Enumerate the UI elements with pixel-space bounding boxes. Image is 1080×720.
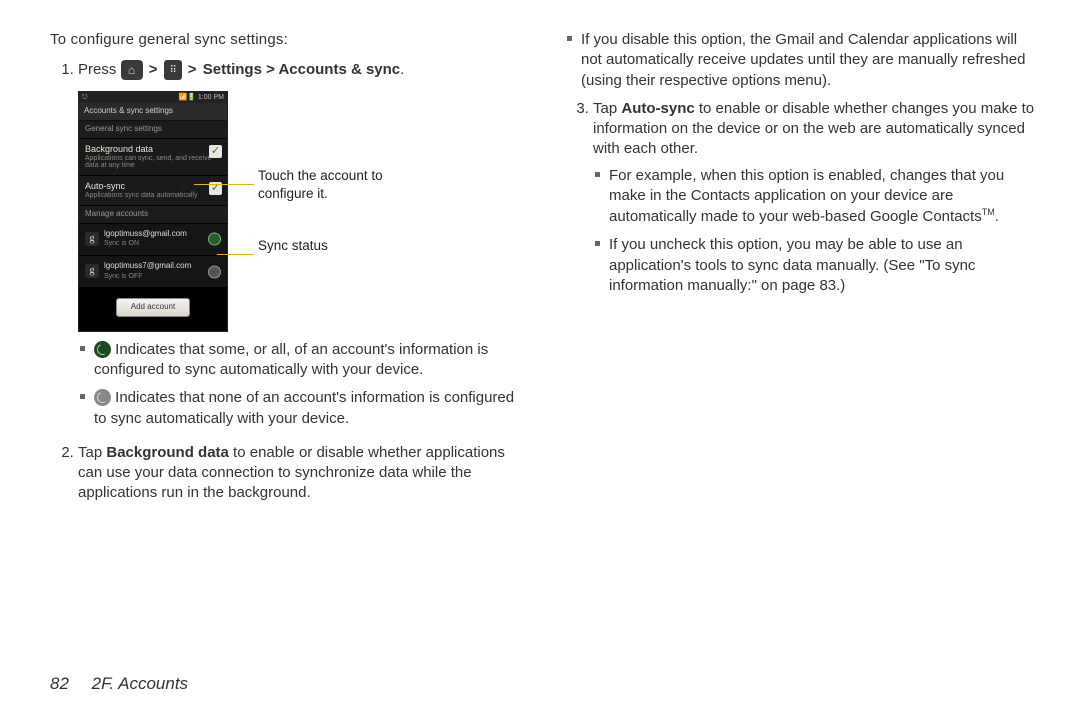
disable-note: If you disable this option, the Gmail an… xyxy=(565,30,1040,91)
legend-sync-on: Indicates that some, or all, of an accou… xyxy=(78,340,525,381)
example-bullet: For example, when this option is enabled… xyxy=(593,166,1040,228)
step-3: Tap Auto-sync to enable or disable wheth… xyxy=(593,99,1040,296)
left-column: To configure general sync settings: Pres… xyxy=(50,30,525,518)
phone-screen: ⎋ 📶🔋 1:00 PM Accounts & sync settings Ge… xyxy=(78,91,228,332)
add-account-button: Add account xyxy=(116,298,190,317)
callouts: Touch the account to configure it. Sync … xyxy=(236,91,426,151)
separator-1: > xyxy=(147,61,160,78)
settings-path: Settings > Accounts & sync xyxy=(203,61,400,78)
page-number: 82 xyxy=(50,674,69,693)
steps-list-cont: Tap Auto-sync to enable or disable wheth… xyxy=(565,99,1040,296)
page-footer: 82 2F. Accounts xyxy=(50,674,188,694)
callout-configure: Touch the account to configure it. xyxy=(258,167,426,203)
steps-list: Press ⌂ > ⠿ > Settings > Accounts & sync… xyxy=(50,60,525,503)
account-row-2: g lgoptimuss7@gmail.com Sync is OFF xyxy=(79,256,227,288)
sync-on-icon xyxy=(94,341,111,358)
apps-icon: ⠿ xyxy=(164,60,182,80)
account-row-1: g lgoptimuss@gmail.com Sync is ON xyxy=(79,224,227,256)
home-icon: ⌂ xyxy=(121,60,143,80)
screen-title: Accounts & sync settings xyxy=(79,103,227,121)
step-2: Tap Background data to enable or disable… xyxy=(78,443,525,504)
step3-sub-bullets: For example, when this option is enabled… xyxy=(593,166,1040,297)
sync-off-icon xyxy=(94,389,111,406)
leader-line-1 xyxy=(194,184,254,185)
google-icon: g xyxy=(85,232,99,246)
leader-line-2 xyxy=(217,254,254,255)
row-autosync: Auto-sync Applications sync data automat… xyxy=(79,176,227,206)
legend-sync-off: Indicates that none of an account's info… xyxy=(78,388,525,429)
callout-sync-status: Sync status xyxy=(258,237,328,255)
right-column: If you disable this option, the Gmail an… xyxy=(565,30,1040,518)
separator-2: > xyxy=(186,61,199,78)
sync-icon-legend: Indicates that some, or all, of an accou… xyxy=(78,340,525,429)
step-1: Press ⌂ > ⠿ > Settings > Accounts & sync… xyxy=(78,60,525,429)
checkbox-bgdata: ✓ xyxy=(209,145,222,158)
section-name: 2F. Accounts xyxy=(92,674,188,693)
uncheck-bullet: If you uncheck this option, you may be a… xyxy=(593,235,1040,296)
sync-indicator-on xyxy=(208,233,221,246)
row-background-data: Background data Applications can sync, s… xyxy=(79,139,227,177)
google-icon: g xyxy=(85,264,99,278)
sync-indicator-off xyxy=(208,265,221,278)
phone-figure: ⎋ 📶🔋 1:00 PM Accounts & sync settings Ge… xyxy=(78,91,525,332)
section-general: General sync settings xyxy=(79,121,227,139)
section-manage: Manage accounts xyxy=(79,206,227,224)
press-label: Press xyxy=(78,61,116,78)
intro-text: To configure general sync settings: xyxy=(50,30,525,50)
col2-top-bullet: If you disable this option, the Gmail an… xyxy=(565,30,1040,91)
status-bar: ⎋ 📶🔋 1:00 PM xyxy=(79,92,227,103)
